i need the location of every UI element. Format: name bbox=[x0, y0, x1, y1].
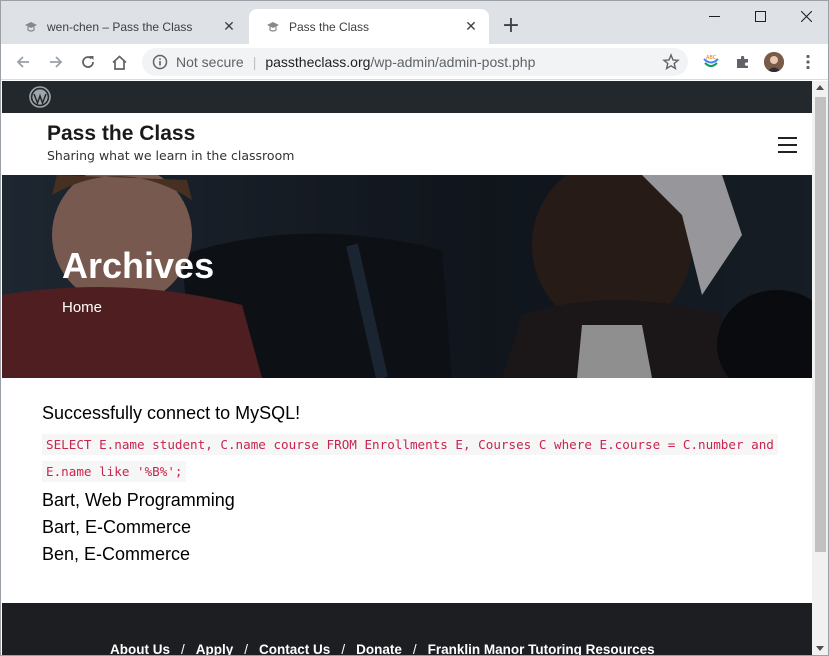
close-window-icon[interactable] bbox=[783, 5, 828, 27]
scrollbar-thumb[interactable] bbox=[815, 97, 826, 552]
security-status: Not secure bbox=[176, 54, 244, 70]
profile-avatar[interactable] bbox=[764, 52, 784, 72]
site-tagline: Sharing what we learn in the classroom bbox=[47, 148, 295, 163]
site-header: Pass the Class Sharing what we learn in … bbox=[2, 113, 812, 175]
home-icon[interactable] bbox=[106, 49, 132, 75]
result-row: Ben, E-Commerce bbox=[42, 544, 191, 564]
sql-query-text: SELECT E.name student, C.name course FRO… bbox=[42, 434, 778, 482]
url-host: passtheclass.org bbox=[265, 54, 371, 70]
hero-banner: Archives Home bbox=[2, 175, 812, 378]
footer-separator: / bbox=[181, 642, 185, 656]
browser-toolbar: Not secure | passtheclass.org/wp-admin/a… bbox=[1, 44, 828, 80]
kebab-menu-icon[interactable] bbox=[798, 52, 818, 72]
page-viewport: Pass the Class Sharing what we learn in … bbox=[2, 81, 812, 656]
breadcrumb-home[interactable]: Home bbox=[62, 299, 102, 316]
page-scrollbar[interactable] bbox=[812, 81, 828, 655]
scroll-down-arrow-icon[interactable] bbox=[816, 646, 824, 651]
bookmark-star-icon[interactable] bbox=[662, 53, 680, 71]
query-results: Bart, Web Programming Bart, E-Commerce B… bbox=[42, 487, 792, 568]
address-bar[interactable]: Not secure | passtheclass.org/wp-admin/a… bbox=[142, 48, 688, 76]
site-title[interactable]: Pass the Class bbox=[47, 122, 195, 146]
info-icon[interactable] bbox=[152, 54, 168, 70]
archive-heading: Archives bbox=[62, 245, 215, 286]
close-tab-icon[interactable]: ✕ bbox=[463, 19, 479, 35]
result-row: Bart, E-Commerce bbox=[42, 517, 192, 537]
maximize-icon[interactable] bbox=[737, 5, 783, 27]
tab-wen-chen[interactable]: wen-chen – Pass the Class ✕ bbox=[7, 9, 247, 44]
connection-status: Successfully connect to MySQL! bbox=[42, 403, 301, 423]
footer-link-about[interactable]: About Us bbox=[110, 642, 170, 655]
omnibox-divider: | bbox=[252, 54, 257, 70]
result-row: Bart, Web Programming bbox=[42, 490, 235, 510]
footer-link-donate[interactable]: Donate bbox=[356, 642, 402, 655]
wp-admin-bar bbox=[2, 81, 812, 113]
tab-title: Pass the Class bbox=[289, 19, 370, 34]
url-path: /wp-admin/admin-post.php bbox=[370, 54, 536, 70]
svg-text:ABC: ABC bbox=[706, 55, 717, 61]
footer-separator: / bbox=[412, 642, 417, 656]
post-content: Successfully connect to MySQL! SELECT E.… bbox=[42, 401, 792, 568]
tab-pass-the-class[interactable]: Pass the Class ✕ bbox=[249, 9, 489, 44]
tab-title: wen-chen – Pass the Class bbox=[47, 19, 193, 34]
footer-link-apply[interactable]: Apply bbox=[196, 642, 234, 655]
sql-query-code: SELECT E.name student, C.name course FRO… bbox=[42, 431, 792, 485]
new-tab-button[interactable]: + bbox=[499, 15, 523, 39]
hamburger-menu-icon[interactable] bbox=[778, 137, 797, 153]
extensions-puzzle-icon[interactable] bbox=[733, 52, 753, 72]
site-footer: About Us / Apply / Contact Us / Donate / Frankli… bbox=[2, 603, 812, 656]
graduation-cap-icon bbox=[23, 19, 39, 35]
footer-link-tutoring[interactable]: Franklin Manor Tutoring Resources bbox=[428, 642, 655, 655]
tab-strip: wen-chen – Pass the Class ✕ Pass the Cla… bbox=[1, 1, 828, 44]
graduation-cap-icon bbox=[265, 19, 281, 35]
reload-icon[interactable] bbox=[75, 49, 101, 75]
footer-separator: / bbox=[341, 642, 346, 656]
browser-window: wen-chen – Pass the Class ✕ Pass the Cla… bbox=[0, 0, 829, 656]
abc-extension-icon[interactable]: ABC bbox=[701, 52, 721, 72]
close-tab-icon[interactable]: ✕ bbox=[221, 19, 237, 35]
wordpress-logo-icon[interactable] bbox=[29, 86, 51, 108]
footer-nav: About Us / Apply / Contact Us / Donate / Frankli… bbox=[110, 642, 655, 656]
minimize-icon[interactable] bbox=[691, 5, 737, 27]
forward-arrow-icon[interactable] bbox=[43, 49, 69, 75]
footer-separator: / bbox=[244, 642, 249, 656]
scroll-up-arrow-icon[interactable] bbox=[816, 85, 824, 90]
footer-link-contact[interactable]: Contact Us bbox=[259, 642, 330, 655]
back-arrow-icon[interactable] bbox=[10, 49, 36, 75]
